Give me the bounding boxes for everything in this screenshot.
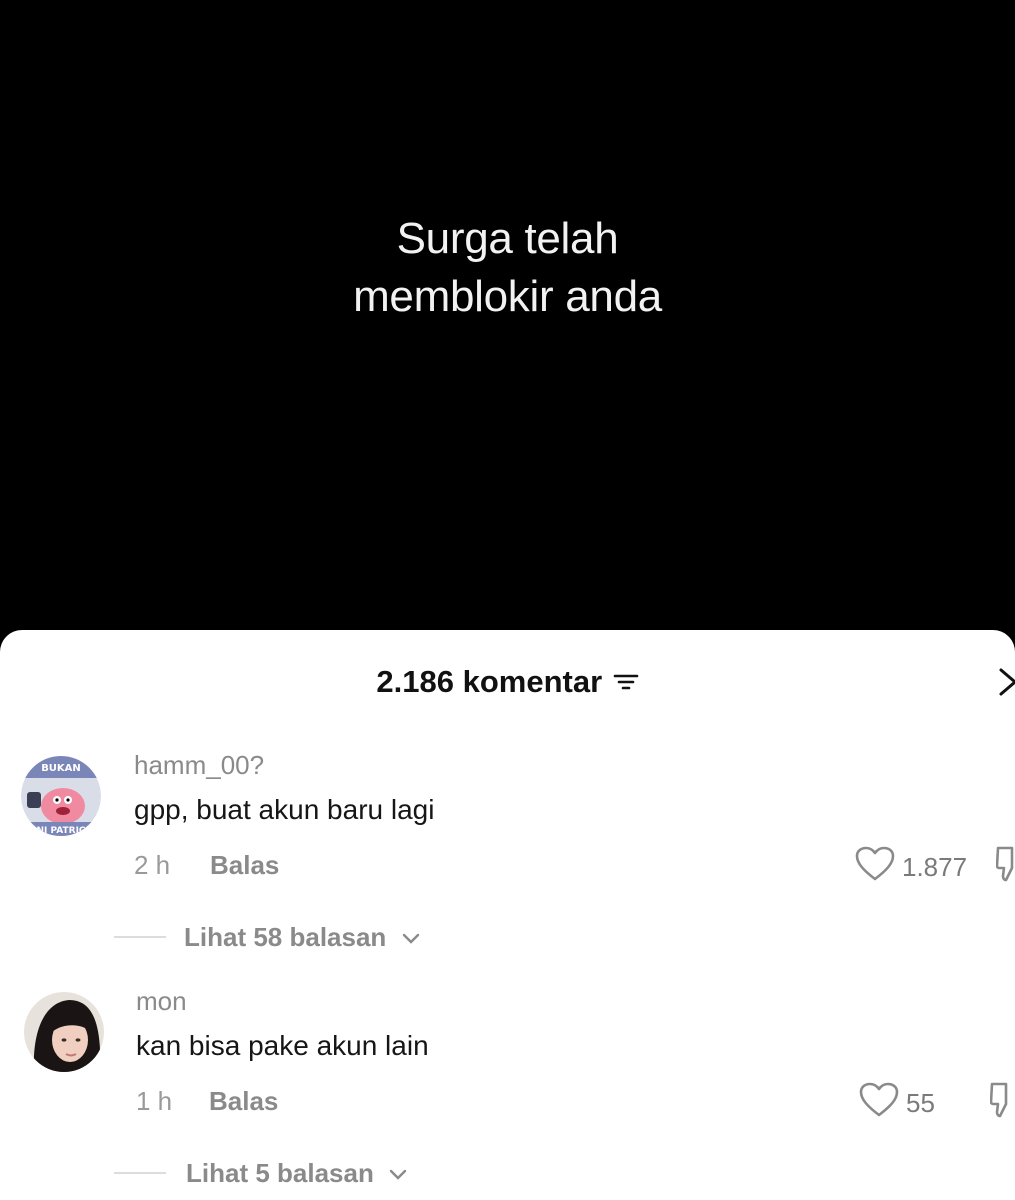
dislike-icon[interactable] — [990, 1080, 1015, 1120]
like-count: 1.877 — [902, 852, 968, 882]
replies-divider — [114, 936, 166, 938]
view-replies-button[interactable]: Lihat 58 balasan — [184, 922, 420, 953]
replies-divider — [114, 1172, 166, 1174]
comment-username[interactable]: hamm_00? — [134, 750, 264, 781]
svg-text:BUKAN: BUKAN — [41, 763, 81, 774]
like-count: 55 — [906, 1088, 935, 1118]
close-icon[interactable] — [997, 666, 1015, 698]
svg-text:NI PATRIC: NI PATRIC — [36, 826, 85, 836]
reply-button[interactable]: Balas — [210, 850, 279, 881]
reply-button[interactable]: Balas — [209, 1086, 278, 1117]
dislike-icon[interactable] — [996, 844, 1015, 884]
view-replies-label: Lihat 5 balasan — [186, 1158, 374, 1188]
view-replies-button[interactable]: Lihat 5 balasan — [186, 1158, 407, 1189]
heart-icon[interactable] — [859, 1082, 899, 1118]
view-replies-label: Lihat 58 balasan — [184, 922, 387, 952]
chevron-down-icon — [389, 1169, 407, 1180]
patrick-avatar-icon: BUKAN NI PATRIC — [21, 756, 101, 836]
comment-username[interactable]: mon — [136, 986, 187, 1017]
comments-header: 2.186 komentar — [0, 662, 1015, 702]
comment-item: mon kan bisa pake akun lain 1 h Balas 55… — [0, 984, 1015, 1188]
comments-sheet: 2.186 komentar BUKAN NI PATRIC hamm_00? … — [0, 630, 1015, 1200]
comment-time: 2 h — [134, 850, 171, 880]
avatar[interactable]: BUKAN NI PATRIC — [21, 756, 101, 836]
comment-time: 1 h — [136, 1086, 173, 1116]
comment-count-title: 2.186 komentar — [376, 664, 603, 699]
video-player[interactable]: Surga telah memblokir anda — [0, 0, 1015, 660]
user-photo-avatar-icon — [24, 992, 104, 1072]
avatar[interactable] — [24, 992, 104, 1072]
comment-text: kan bisa pake akun lain — [136, 1030, 429, 1061]
heart-icon[interactable] — [855, 846, 895, 882]
chevron-down-icon — [402, 933, 419, 944]
video-caption: Surga telah memblokir anda — [353, 214, 662, 321]
comment-text: gpp, buat akun baru lagi — [134, 794, 435, 825]
filter-icon[interactable] — [613, 670, 639, 694]
comment-item: BUKAN NI PATRIC hamm_00? gpp, buat akun … — [0, 748, 1015, 952]
